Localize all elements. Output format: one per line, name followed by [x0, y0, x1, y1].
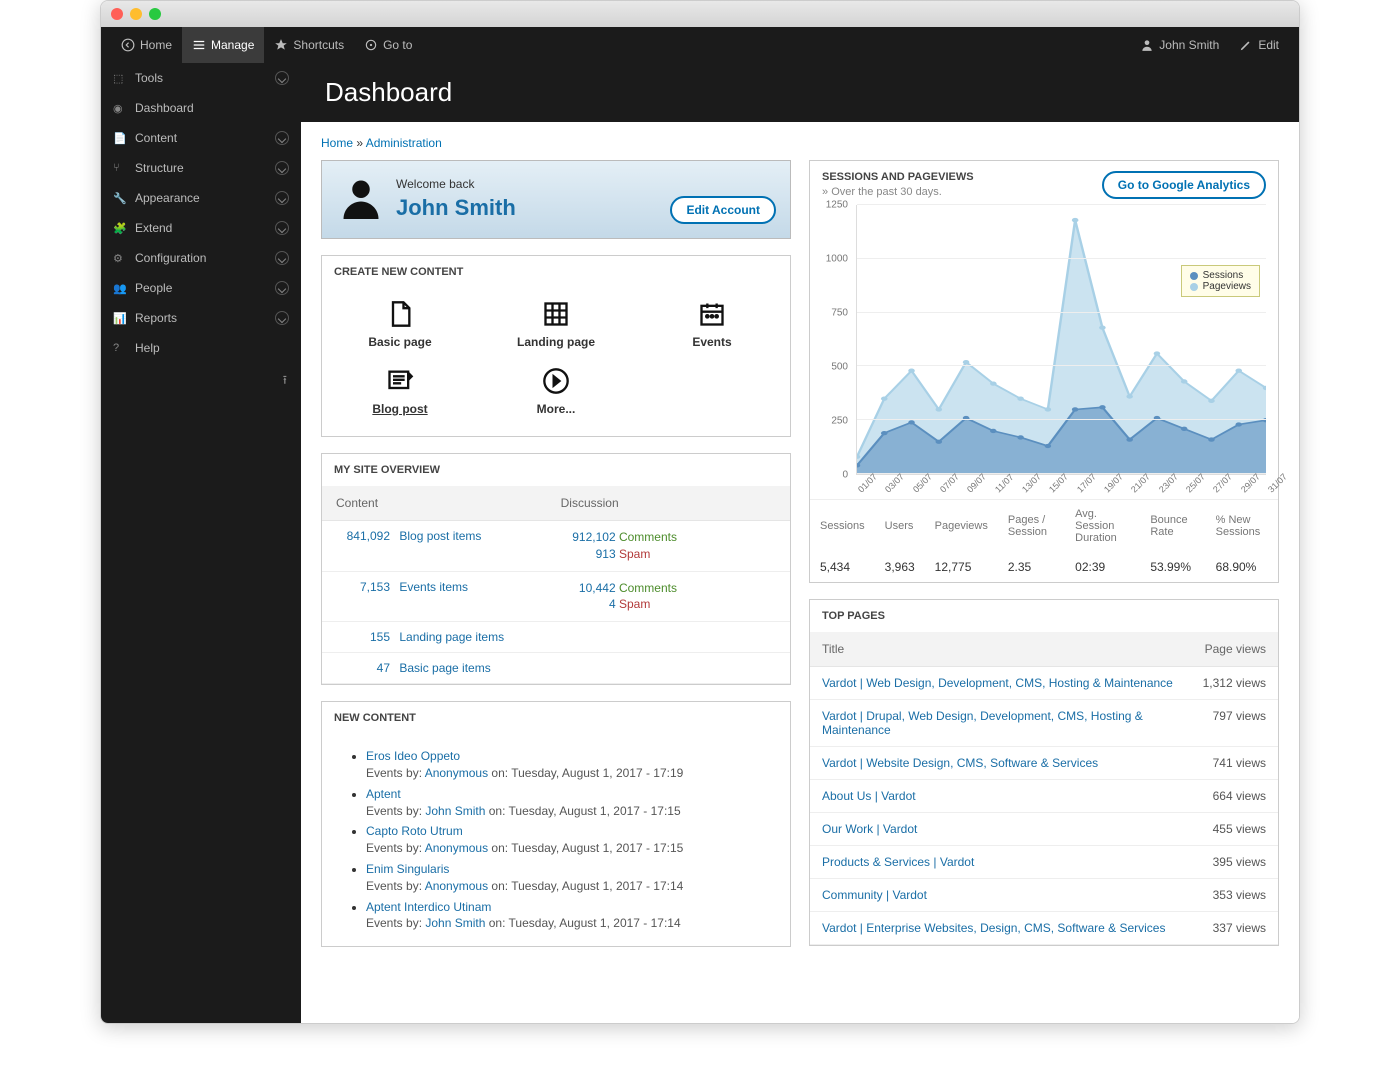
top-page-link[interactable]: Vardot | Website Design, CMS, Software &… [822, 756, 1098, 770]
create-landing-page[interactable]: Landing page [478, 294, 634, 355]
sidebar-item-reports[interactable]: 📊Reports [101, 303, 301, 333]
top-page-link[interactable]: About Us | Vardot [822, 789, 916, 803]
welcome-username[interactable]: John Smith [396, 195, 516, 221]
top-page-link[interactable]: Vardot | Drupal, Web Design, Development… [822, 709, 1143, 737]
page-title: Dashboard [325, 77, 1275, 108]
top-page-link[interactable]: Community | Vardot [822, 888, 927, 902]
close-window-dot[interactable] [111, 8, 123, 20]
create-blog-post[interactable]: Blog post [322, 361, 478, 422]
topbar-home[interactable]: Home [111, 27, 182, 63]
welcome-text: Welcome back [396, 177, 516, 191]
sidebar-icon: ⬚ [113, 72, 127, 85]
chevron-down-icon [275, 251, 289, 265]
analytics-metrics-table: SessionsUsersPageviewsPages / SessionAvg… [810, 499, 1278, 582]
topbar-user[interactable]: John Smith [1130, 27, 1229, 63]
create-content-panel: CREATE NEW CONTENT Basic pageLanding pag… [321, 255, 791, 437]
chevron-down-icon [275, 161, 289, 175]
breadcrumb: Home » Administration [321, 136, 1279, 150]
admin-sidebar: ⬚Tools◉Dashboard📄Content⑂Structure🔧Appea… [101, 63, 301, 1023]
new-content-link[interactable]: Aptent Interdico Utinam [366, 900, 491, 914]
top-page-link[interactable]: Vardot | Web Design, Development, CMS, H… [822, 676, 1173, 690]
welcome-panel: Welcome back John Smith Edit Account [321, 160, 791, 239]
top-page-link[interactable]: Vardot | Enterprise Websites, Design, CM… [822, 921, 1165, 935]
new-content-panel: NEW CONTENT Eros Ideo OppetoEvents by: A… [321, 701, 791, 947]
sidebar-item-tools[interactable]: ⬚Tools [101, 63, 301, 93]
sidebar-item-extend[interactable]: 🧩Extend [101, 213, 301, 243]
new-content-link[interactable]: Enim Singularis [366, 862, 449, 876]
sidebar-icon: ? [113, 342, 127, 354]
topbar-manage[interactable]: Manage [182, 27, 264, 63]
new-content-link[interactable]: Capto Roto Utrum [366, 824, 463, 838]
mac-titlebar [101, 1, 1299, 27]
sidebar-icon: 👥 [113, 282, 127, 295]
analytics-panel: SESSIONS AND PAGEVIEWS Over the past 30 … [809, 160, 1279, 583]
site-overview-panel: MY SITE OVERVIEW Content Discussion 841,… [321, 453, 791, 685]
top-pages-panel: TOP PAGES Title Page views Vardot | Web … [809, 599, 1279, 946]
sidebar-icon: 🧩 [113, 222, 127, 235]
chart-legend: Sessions Pageviews [1181, 265, 1260, 297]
sidebar-item-help[interactable]: ?Help [101, 333, 301, 363]
overview-row-link[interactable]: Events items [399, 580, 468, 594]
sidebar-item-appearance[interactable]: 🔧Appearance [101, 183, 301, 213]
chevron-down-icon [275, 311, 289, 325]
edit-account-button[interactable]: Edit Account [670, 196, 776, 224]
sidebar-icon: ⑂ [113, 162, 127, 174]
topbar-shortcuts[interactable]: Shortcuts [264, 27, 354, 63]
overview-row-link[interactable]: Landing page items [399, 630, 504, 644]
chevron-down-icon [275, 281, 289, 295]
chevron-down-icon [275, 131, 289, 145]
sidebar-item-configuration[interactable]: ⚙Configuration [101, 243, 301, 273]
user-avatar-icon [340, 177, 382, 222]
analytics-chart: 025050075010001250 Sessions Pageviews 01… [810, 199, 1278, 499]
chevron-down-icon [275, 71, 289, 85]
maximize-window-dot[interactable] [149, 8, 161, 20]
top-page-link[interactable]: Our Work | Vardot [822, 822, 917, 836]
create-events[interactable]: Events [634, 294, 790, 355]
sidebar-item-dashboard[interactable]: ◉Dashboard [101, 93, 301, 123]
breadcrumb-admin[interactable]: Administration [366, 136, 442, 150]
sidebar-item-people[interactable]: 👥People [101, 273, 301, 303]
sidebar-icon: 📊 [113, 312, 127, 325]
minimize-window-dot[interactable] [130, 8, 142, 20]
admin-topbar: Home Manage Shortcuts Go to John Smith E… [101, 27, 1299, 63]
sidebar-icon: ◉ [113, 102, 127, 115]
new-content-link[interactable]: Eros Ideo Oppeto [366, 749, 460, 763]
chevron-down-icon [275, 221, 289, 235]
breadcrumb-home[interactable]: Home [321, 136, 353, 150]
collapse-sidebar-icon[interactable]: ⭱ [283, 371, 287, 392]
create-more-[interactable]: More... [478, 361, 634, 422]
sidebar-item-structure[interactable]: ⑂Structure [101, 153, 301, 183]
topbar-goto[interactable]: Go to [354, 27, 422, 63]
topbar-edit[interactable]: Edit [1229, 27, 1289, 63]
chevron-down-icon [275, 191, 289, 205]
sidebar-icon: 🔧 [113, 192, 127, 205]
sidebar-icon: 📄 [113, 132, 127, 145]
top-page-link[interactable]: Products & Services | Vardot [822, 855, 974, 869]
sidebar-item-content[interactable]: 📄Content [101, 123, 301, 153]
page-header: Dashboard [301, 63, 1299, 122]
sidebar-icon: ⚙ [113, 252, 127, 265]
new-content-link[interactable]: Aptent [366, 787, 401, 801]
overview-row-link[interactable]: Blog post items [399, 529, 481, 543]
google-analytics-button[interactable]: Go to Google Analytics [1102, 171, 1266, 199]
create-basic-page[interactable]: Basic page [322, 294, 478, 355]
overview-row-link[interactable]: Basic page items [399, 661, 490, 675]
